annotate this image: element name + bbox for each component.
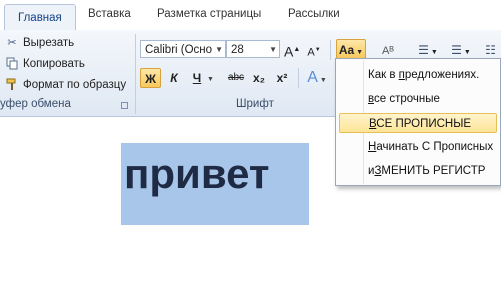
shrink-font-button[interactable]: A▼	[306, 40, 322, 60]
paintbrush-icon	[5, 78, 19, 92]
menu-item-uppercase[interactable]: ВСЕ ПРОПИСНЫЕ	[339, 113, 497, 133]
strikethrough-button[interactable]: abc	[225, 68, 247, 88]
text-effects-button[interactable]: A ▼	[304, 68, 330, 88]
bullet-list-icon: ☰	[418, 43, 429, 57]
menu-item-sentence-case[interactable]: Как в предложениях.	[339, 65, 497, 85]
subscript-button[interactable]: x₂	[250, 68, 268, 88]
eraser-icon: Aᴮ	[382, 45, 394, 57]
italic-button[interactable]: К	[165, 68, 183, 88]
clipboard-group-label: уфер обмена	[0, 98, 71, 110]
tab-insert[interactable]: Вставка	[88, 8, 131, 20]
chevron-down-icon[interactable]: ▼	[215, 41, 223, 59]
tab-home[interactable]: Главная	[4, 4, 76, 31]
shrink-font-icon: A	[307, 46, 315, 59]
tab-mailings[interactable]: Рассылки	[288, 8, 340, 20]
group-divider	[135, 34, 136, 114]
copy-icon	[5, 57, 19, 71]
font-name-combo[interactable]: Calibri (Осно ▼	[140, 40, 226, 58]
numbering-button[interactable]: ☰ ▼	[446, 40, 476, 60]
bullets-button[interactable]: ☰ ▼	[413, 40, 443, 60]
toolbar-divider	[330, 40, 331, 60]
chevron-down-icon[interactable]: ▼	[207, 76, 214, 83]
multilevel-list-button[interactable]: ☷	[480, 40, 501, 60]
copy-label: Копировать	[23, 58, 85, 70]
format-painter-button[interactable]: Формат по образцу	[5, 76, 126, 94]
grow-font-icon: A	[284, 43, 294, 60]
numbered-list-icon: ☰	[451, 43, 462, 57]
dialog-launcher-icon[interactable]	[121, 102, 128, 109]
underline-button[interactable]: Ч	[189, 68, 205, 88]
font-name-value: Calibri (Осно	[145, 44, 213, 56]
multilevel-list-icon: ☷	[485, 43, 496, 57]
bold-button[interactable]: Ж	[140, 68, 161, 88]
font-group-label: Шрифт	[236, 98, 274, 110]
cut-button[interactable]: ✂ Вырезать	[5, 34, 74, 52]
text-effects-icon: A	[307, 69, 318, 86]
scissors-icon: ✂	[7, 37, 17, 49]
font-size-combo[interactable]: 28 ▼	[226, 40, 280, 58]
format-painter-label: Формат по образцу	[23, 79, 127, 91]
menu-item-capitalize-each-word[interactable]: Начинать С Прописных	[339, 137, 497, 157]
document-text[interactable]: привет	[124, 150, 269, 198]
tab-page-layout[interactable]: Разметка страницы	[157, 8, 261, 20]
change-case-menu: Как в предложениях. все строчные ВСЕ ПРО…	[335, 58, 501, 186]
superscript-button[interactable]: x²	[273, 68, 291, 88]
change-case-button[interactable]: Aa ▼	[336, 39, 366, 59]
change-case-icon: Aa	[338, 43, 355, 57]
menu-item-toggle-case[interactable]: иЗМЕНИТЬ РЕГИСТР	[339, 161, 497, 181]
clear-formatting-button[interactable]: Aᴮ	[376, 40, 400, 60]
copy-button[interactable]: Копировать	[5, 55, 85, 73]
font-size-value: 28	[231, 44, 244, 56]
cut-label: Вырезать	[23, 37, 75, 49]
chevron-down-icon[interactable]: ▼	[269, 41, 277, 59]
menu-item-lowercase[interactable]: все строчные	[339, 89, 497, 109]
ribbon-tab-bar: Главная Вставка Разметка страницы Рассыл…	[0, 0, 501, 31]
toolbar-divider	[298, 68, 299, 88]
grow-font-button[interactable]: A▲	[284, 40, 300, 60]
